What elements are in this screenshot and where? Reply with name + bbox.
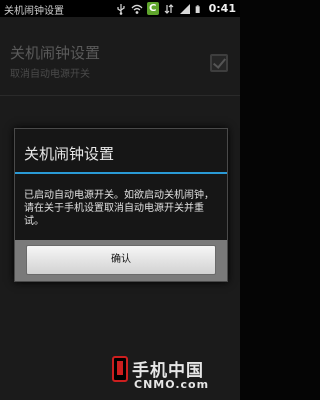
alert-dialog: 关机闹钟设置 已启动自动电源开关。如欲启动关机闹钟，请在关于手机设置取消自动电源… bbox=[14, 128, 228, 282]
shutdown-alarm-setting[interactable]: 关机闹钟设置 取消自动电源开关 bbox=[0, 17, 240, 87]
usb-icon bbox=[117, 3, 125, 15]
data-sync-icon bbox=[164, 3, 174, 14]
status-time: 0:41 bbox=[208, 2, 236, 15]
phone-logo-icon bbox=[112, 356, 128, 382]
wifi-icon bbox=[131, 4, 143, 14]
dialog-message: 已启动自动电源开关。如欲启动关机闹钟，请在关于手机设置取消自动电源开关并重试。 bbox=[24, 190, 214, 227]
list-divider bbox=[0, 95, 240, 96]
status-bar: 关机闹钟设置 C 0:41 bbox=[0, 0, 240, 17]
signal-icon bbox=[179, 3, 190, 14]
watermark-text-en: CNMO.com bbox=[134, 378, 210, 391]
dialog-title-divider bbox=[15, 172, 227, 174]
setting-summary: 取消自动电源开关 bbox=[10, 69, 90, 80]
dialog-title: 关机闹钟设置 bbox=[24, 145, 115, 163]
cnmo-watermark: 手机中国 CNMO.com bbox=[112, 354, 234, 394]
confirm-button[interactable]: 确认 bbox=[26, 245, 216, 275]
setting-title: 关机闹钟设置 bbox=[10, 44, 101, 62]
battery-icon bbox=[195, 4, 200, 13]
app-c-icon: C bbox=[146, 2, 159, 15]
status-bar-title: 关机闹钟设置 bbox=[4, 6, 64, 17]
status-icons: C 0:41 bbox=[115, 0, 240, 17]
dialog-button-bar: 确认 bbox=[15, 240, 227, 281]
setting-checkbox[interactable] bbox=[210, 54, 228, 72]
